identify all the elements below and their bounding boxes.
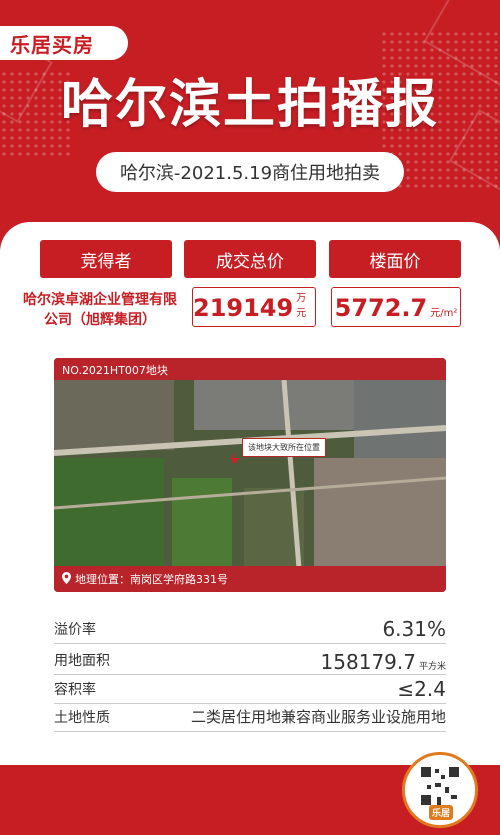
satellite-illustration [54, 358, 446, 592]
location-pin-icon [62, 571, 71, 587]
brand-logo: 乐居买房 [0, 26, 128, 60]
total-price-box: 219149 万元 [192, 287, 316, 327]
detail-row-premium: 溢价率 6.31% [54, 612, 446, 644]
badge-logo: 乐居 [429, 805, 454, 820]
total-price-unit: 万元 [296, 293, 307, 319]
satellite-image [54, 358, 446, 592]
detail-row-area: 用地面积 158179.7 平方米 [54, 644, 446, 675]
location-text: 地理位置：南岗区学府路331号 [75, 573, 228, 586]
winner-name: 哈尔滨卓湖企业管理有限公司（旭辉集团） [23, 292, 177, 328]
page-title: 哈尔滨土拍播报 [60, 75, 439, 135]
unit-price-value: 5772.7 [334, 294, 428, 322]
total-price-value: 219149 [193, 294, 294, 322]
parcel-id-label: NO.2021HT007地块 [54, 358, 446, 380]
land-use-value: 二类居住用地兼容商业服务业设施用地 [190, 708, 446, 726]
premium-rate-value: 6.31% [382, 617, 446, 641]
total-price-header: 成交总价 [184, 240, 316, 278]
location-bar: 地理位置：南岗区学府路331号 [54, 566, 446, 592]
unit-price-box: 5772.7 元/m² [331, 287, 461, 327]
plot-ratio-value: ≤2.4 [397, 677, 446, 701]
auction-subtitle: 哈尔滨-2021.5.19商住用地拍卖 [96, 152, 404, 192]
land-area-unit: 平方米 [418, 662, 446, 672]
unit-price-header: 楼面价 [329, 240, 461, 278]
detail-row-far: 容积率 ≤2.4 [54, 675, 446, 704]
brand-qr-badge: 乐居 [402, 752, 478, 828]
land-area-label: 用地面积 [54, 653, 110, 669]
parcel-location-callout: 该地块大致所在位置 [242, 438, 326, 457]
unit-price-unit: 元/m² [430, 308, 458, 319]
detail-row-land-use: 土地性质 二类居住用地兼容商业服务业设施用地 [54, 704, 446, 732]
land-area-value-group: 158179.7 平方米 [321, 650, 446, 674]
land-use-label: 土地性质 [54, 710, 110, 726]
premium-rate-label: 溢价率 [54, 622, 96, 638]
winner-header: 竞得者 [40, 240, 172, 278]
land-area-value: 158179.7 [320, 650, 416, 674]
plot-ratio-label: 容积率 [54, 682, 96, 698]
parcel-map: NO.2021HT007地块 该地块大致所在位置 地理位置：南岗区学府路331号 [54, 358, 446, 592]
